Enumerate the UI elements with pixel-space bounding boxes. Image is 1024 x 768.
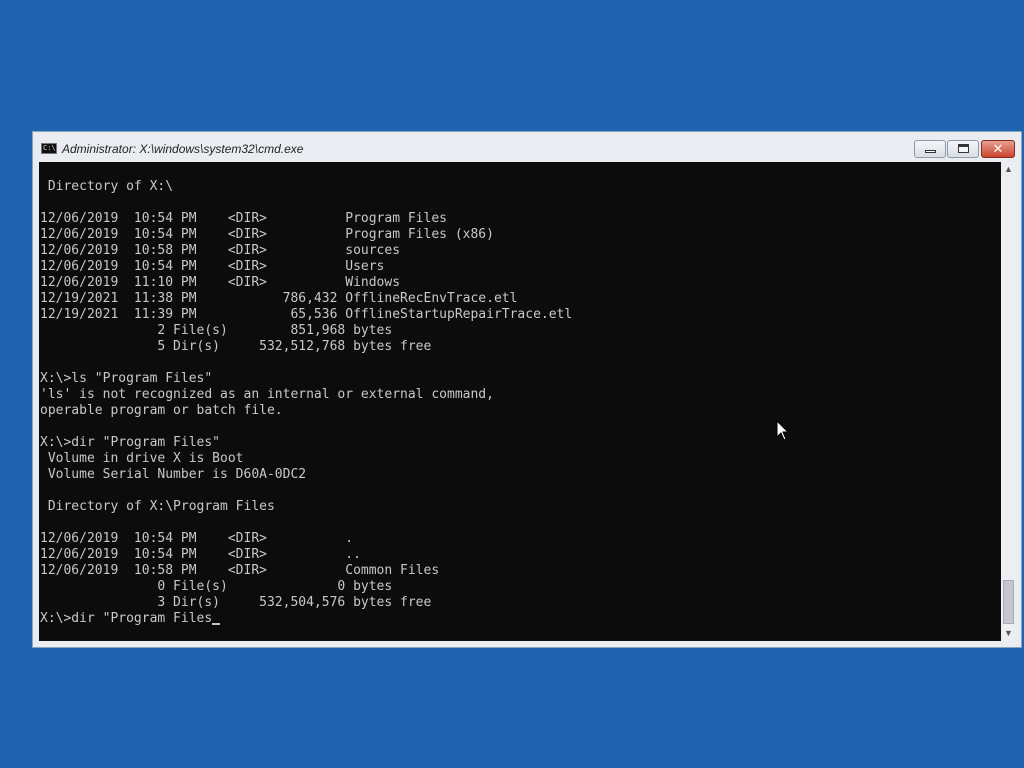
mouse-pointer-icon <box>776 420 790 441</box>
text-cursor <box>212 623 221 625</box>
cmd-icon-glyph: C:\ <box>43 144 56 152</box>
minimize-icon <box>925 150 936 153</box>
console-text: Directory of X:\ 12/06/2019 10:54 PM <DI… <box>40 179 572 627</box>
console-output[interactable]: Directory of X:\ 12/06/2019 10:54 PM <DI… <box>39 162 1001 641</box>
maximize-button[interactable] <box>947 140 979 158</box>
scroll-down-arrow-icon[interactable]: ▼ <box>1001 626 1016 641</box>
maximize-icon <box>958 144 969 153</box>
close-icon: ✕ <box>992 141 1004 156</box>
title-bar[interactable]: C:\ Administrator: X:\windows\system32\c… <box>33 132 1021 162</box>
command-line-input[interactable]: X:\>dir "Program Files <box>40 611 212 626</box>
scroll-up-arrow-icon[interactable]: ▲ <box>1001 162 1016 177</box>
desktop: { "window": { "title": "Administrator: X… <box>0 0 1024 768</box>
vertical-scrollbar[interactable]: ▲ ▼ <box>1001 162 1016 641</box>
cmd-icon[interactable]: C:\ <box>41 143 57 154</box>
cmd-window: C:\ Administrator: X:\windows\system32\c… <box>32 131 1022 648</box>
close-button[interactable]: ✕ <box>981 140 1015 158</box>
window-title: Administrator: X:\windows\system32\cmd.e… <box>62 142 304 156</box>
minimize-button[interactable] <box>914 140 946 158</box>
scrollbar-thumb[interactable] <box>1003 580 1014 624</box>
console-history: Directory of X:\ 12/06/2019 10:54 PM <DI… <box>40 179 573 610</box>
